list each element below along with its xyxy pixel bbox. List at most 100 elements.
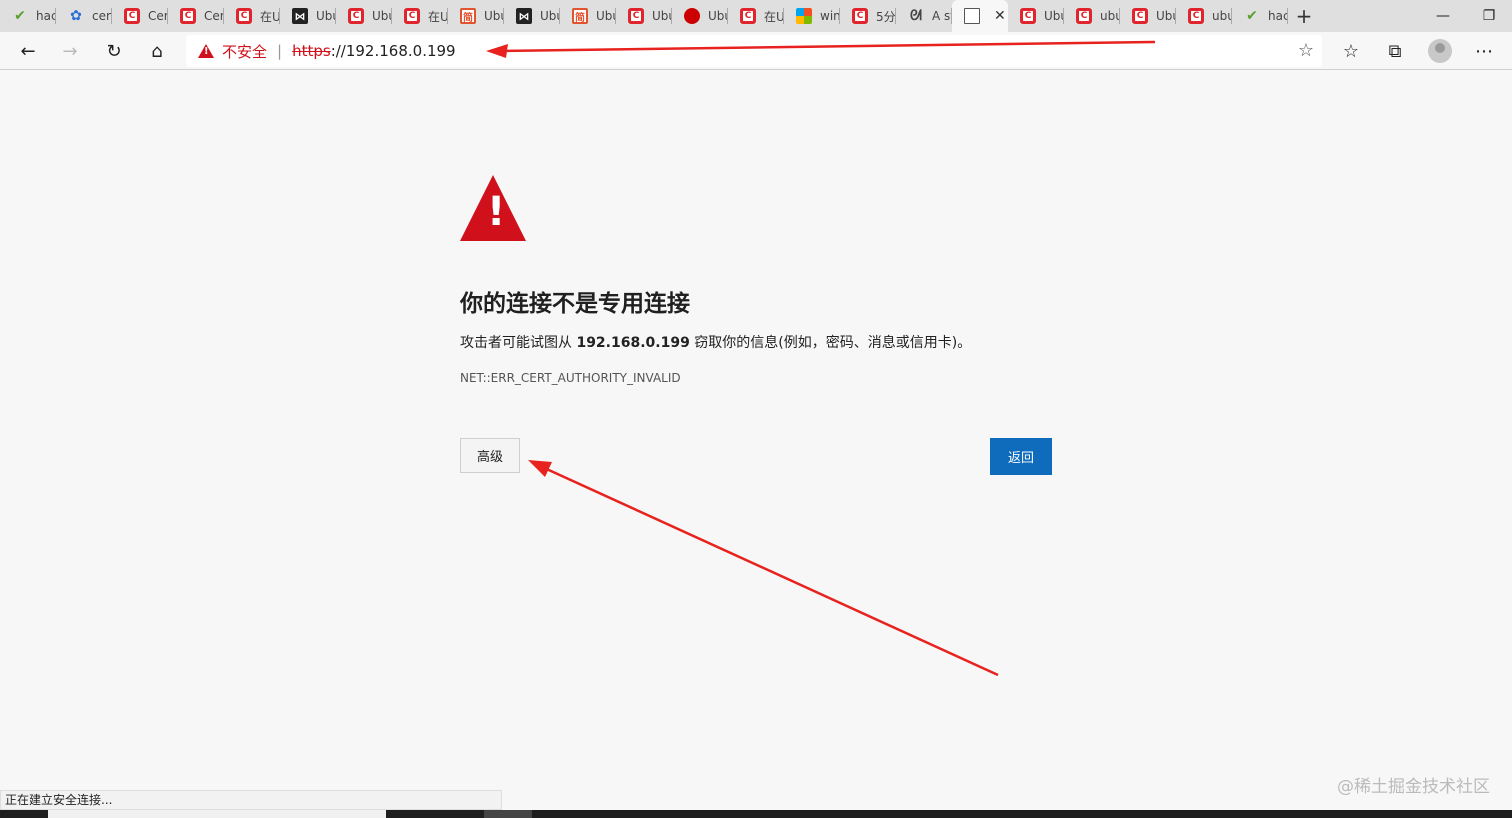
c-logo-icon: C: [236, 8, 252, 24]
profile-avatar[interactable]: [1428, 39, 1452, 63]
restore-button[interactable]: ❐: [1466, 0, 1512, 32]
bowtie-icon: ⋈: [516, 8, 532, 24]
tab-12[interactable]: Ubu: [672, 0, 728, 32]
tab-label: Ubu: [372, 9, 392, 23]
address-bar[interactable]: ! 不安全 | https://192.168.0.199 ☆: [186, 35, 1322, 67]
tab-8[interactable]: 简 Ubu: [448, 0, 504, 32]
tab-15[interactable]: C 5分: [840, 0, 896, 32]
url-host: ://192.168.0.199: [330, 42, 456, 60]
tab-13[interactable]: C 在U: [728, 0, 784, 32]
close-tab-icon[interactable]: ✕: [994, 8, 1006, 24]
desc-host: 192.168.0.199: [576, 335, 690, 351]
tab-7[interactable]: C 在U: [392, 0, 448, 32]
desc-prefix: 攻击者可能试图从: [460, 335, 577, 351]
tab-18[interactable]: C Ubu: [1008, 0, 1064, 32]
tab-label: 在U: [764, 9, 784, 24]
annotation-arrow-advanced: [528, 460, 999, 677]
large-warning-icon: !: [460, 175, 526, 241]
c-logo-icon: C: [740, 8, 756, 24]
tab-22[interactable]: ✔ hac: [1232, 0, 1288, 32]
tab-label: Cer: [204, 9, 224, 23]
jian-icon: 简: [572, 8, 588, 24]
tab-label: Ubu: [1156, 9, 1176, 23]
tab-label: Ubu: [484, 9, 504, 23]
advanced-button[interactable]: 高级: [460, 438, 520, 473]
c-logo-icon: C: [1020, 8, 1036, 24]
favorite-star-icon[interactable]: ☆: [1298, 40, 1314, 61]
favorites-icon[interactable]: ☆: [1335, 36, 1367, 66]
tab-label: Ubu: [708, 9, 728, 23]
c-logo-icon: C: [852, 8, 868, 24]
swirl-icon: ᘛ: [910, 8, 922, 24]
c-logo-icon: C: [124, 8, 140, 24]
check-leaf-icon: ✔: [14, 8, 26, 24]
c-logo-icon: C: [180, 8, 196, 24]
tab-label: 在U: [428, 9, 448, 24]
tab-20[interactable]: C Ubu: [1120, 0, 1176, 32]
tab-21[interactable]: Cubu: [1176, 0, 1232, 32]
new-tab-button[interactable]: +: [1288, 0, 1320, 32]
tab-list: ✔hac✿cenCCerCCerC在U⋈UbuCUbuC在U简Ubu⋈Ubu简U…: [0, 0, 1288, 32]
c-logo-icon: C: [348, 8, 364, 24]
microsoft-icon: [796, 8, 812, 24]
c-logo-icon: C: [1076, 8, 1092, 24]
taskbar: [0, 810, 1512, 818]
tab-label: Ubu: [316, 9, 336, 23]
tab-label: win: [820, 9, 840, 23]
security-status-label[interactable]: 不安全: [222, 41, 267, 62]
page-icon: [964, 8, 980, 24]
tab-9[interactable]: ⋈ Ubu: [504, 0, 560, 32]
tab-label: Ubu: [540, 9, 560, 23]
tab-label: Ubu: [1044, 9, 1064, 23]
minimize-button[interactable]: —: [1420, 0, 1466, 32]
tab-11[interactable]: C Ubu: [616, 0, 672, 32]
url-scheme: https: [292, 42, 331, 60]
jian-icon: 简: [460, 8, 476, 24]
tab-label: 5分: [876, 9, 896, 24]
tab-1[interactable]: ✿ cen: [56, 0, 112, 32]
tab-5[interactable]: ⋈ Ubu: [280, 0, 336, 32]
tab-label: ubu: [1212, 9, 1232, 23]
tab-3[interactable]: C Cer: [168, 0, 224, 32]
taskbar-search[interactable]: [48, 810, 386, 818]
error-code: NET::ERR_CERT_AUTHORITY_INVALID: [460, 371, 681, 385]
watermark: @稀土掘金技术社区: [1337, 777, 1490, 797]
error-description: 攻击者可能试图从 192.168.0.199 窃取你的信息(例如，密码、消息或信…: [460, 332, 971, 352]
taskbar-active-app[interactable]: [484, 810, 532, 818]
tab-label: Cer: [148, 9, 168, 23]
tab-0[interactable]: ✔ hac: [0, 0, 56, 32]
tab-label: Ubu: [596, 9, 616, 23]
redhat-icon: [684, 8, 700, 24]
back-arrow-icon[interactable]: ←: [12, 36, 44, 66]
status-bar: 正在建立安全连接...: [0, 790, 502, 810]
home-icon[interactable]: ⌂: [141, 36, 173, 66]
tab-16[interactable]: ᘛ A st: [896, 0, 952, 32]
tab-17[interactable]: ✕: [952, 0, 1008, 32]
check-leaf-icon: ✔: [1246, 8, 1258, 24]
tab-14[interactable]: win: [784, 0, 840, 32]
tab-label: A st: [932, 9, 952, 23]
refresh-icon[interactable]: ↻: [98, 36, 130, 66]
paw-icon: ✿: [70, 8, 82, 24]
c-logo-icon: C: [628, 8, 644, 24]
forward-arrow-icon[interactable]: →: [54, 36, 86, 66]
tab-4[interactable]: C 在U: [224, 0, 280, 32]
tab-19[interactable]: Cubu: [1064, 0, 1120, 32]
tab-6[interactable]: C Ubu: [336, 0, 392, 32]
tab-10[interactable]: 简 Ubu: [560, 0, 616, 32]
collections-icon[interactable]: ⧉: [1379, 36, 1411, 66]
desc-suffix: 窃取你的信息(例如，密码、消息或信用卡)。: [689, 335, 972, 351]
bowtie-icon: ⋈: [292, 8, 308, 24]
c-logo-icon: C: [1188, 8, 1204, 24]
warning-icon: !: [198, 44, 214, 58]
tab-label: hac: [1268, 9, 1288, 23]
c-logo-icon: C: [404, 8, 420, 24]
address-separator: |: [277, 42, 283, 60]
tab-label: hac: [36, 9, 56, 23]
more-menu-icon[interactable]: ⋯: [1468, 36, 1500, 66]
tab-label: Ubu: [652, 9, 672, 23]
browser-toolbar: ← → ↻ ⌂ ! 不安全 | https://192.168.0.199 ☆ …: [0, 32, 1512, 70]
tab-label: 在U: [260, 9, 280, 24]
tab-2[interactable]: C Cer: [112, 0, 168, 32]
go-back-button[interactable]: 返回: [990, 438, 1052, 475]
